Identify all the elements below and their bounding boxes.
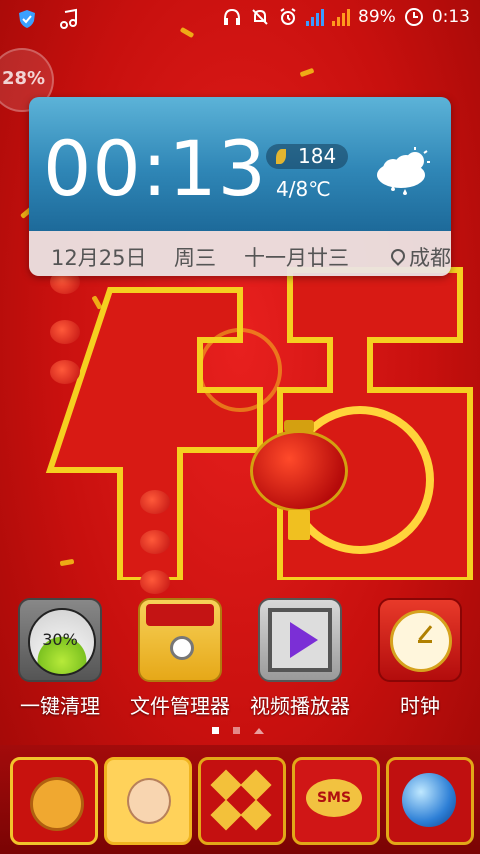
lantern-decoration [50,320,80,344]
app-video-player[interactable]: 视频播放器 [245,598,355,719]
page-dot-active[interactable] [212,727,219,734]
battery-percent: 89% [358,7,396,27]
location-pin-icon [388,246,408,266]
dock-sms[interactable]: SMS [292,757,380,845]
file-manager-icon [138,598,222,682]
widget-info-bar: 12月25日 周三 十一月廿三 成都 [29,231,451,276]
widget-clock[interactable]: 00:13 [43,129,267,209]
lantern-decoration [50,360,80,384]
app-file-manager[interactable]: 文件管理器 [125,598,235,719]
lantern-decoration [140,570,170,594]
music-note-icon[interactable] [58,8,80,30]
clock-hand [418,640,432,643]
confetti-decoration [299,67,315,78]
memory-clean-icon: 30% [18,598,102,682]
app-memory-cleaner[interactable]: 30% 一键清理 [5,598,115,719]
status-bar: 89% 0:13 [0,0,480,38]
page-indicator[interactable] [212,727,264,734]
dock-contacts[interactable] [104,757,192,845]
app-label: 一键清理 [20,694,100,718]
headset-icon [224,8,241,25]
folder-lock [170,636,194,660]
page-dot[interactable] [233,727,240,734]
lantern-decoration [140,490,170,514]
alarm-icon [280,8,296,25]
contacts-icon [127,778,171,824]
shield-badge-icon[interactable] [16,8,38,30]
home-indicator-icon[interactable] [254,727,264,734]
phone-dialpad-icon [30,777,84,831]
status-time: 0:13 [431,7,470,27]
fu-character-decoration [45,267,473,580]
widget-city[interactable]: 成都 [388,242,451,272]
lantern-decoration [140,530,170,554]
app-grid-icon [240,769,272,801]
app-grid-icon [240,799,272,831]
mute-bell-icon [252,9,268,25]
dock-app-drawer[interactable] [198,757,286,845]
app-label: 视频播放器 [250,694,350,718]
app-label: 文件管理器 [130,694,230,718]
big-lantern-decoration [250,420,348,540]
app-clock[interactable]: 时钟 [365,598,475,719]
app-grid-icon [210,799,242,831]
leaf-icon [276,149,286,164]
app-grid-icon [210,769,242,801]
dock: SMS [0,745,480,854]
wifi-signal-icon [306,8,325,26]
city-name: 成都 [409,246,451,270]
cell-signal-icon [332,8,351,26]
battery-icon [404,8,423,26]
browser-globe-icon [402,773,456,827]
aqi-badge[interactable]: 184 [266,144,348,169]
dock-browser[interactable] [386,757,474,845]
video-player-icon [258,598,342,682]
clean-percent: 30% [42,630,78,649]
temperature-range: 4/8℃ [276,177,331,201]
cloud-rain-sun-icon[interactable] [373,145,433,201]
aqi-value: 184 [298,144,337,168]
widget-lunar-date: 十一月廿三 [244,246,349,270]
play-icon [290,622,318,658]
clock-icon [378,598,462,682]
sms-icon: SMS [306,779,362,817]
folder-top [146,604,214,626]
app-label: 时钟 [400,694,440,718]
dock-phone[interactable] [10,757,98,845]
widget-weekday: 周三 [174,246,216,270]
memory-percent: 28% [2,68,46,89]
weather-clock-widget[interactable]: 00:13 184 4/8℃ 12月25日 周三 十一月廿三 成都 [29,97,451,276]
widget-date: 12月25日 [51,246,147,270]
